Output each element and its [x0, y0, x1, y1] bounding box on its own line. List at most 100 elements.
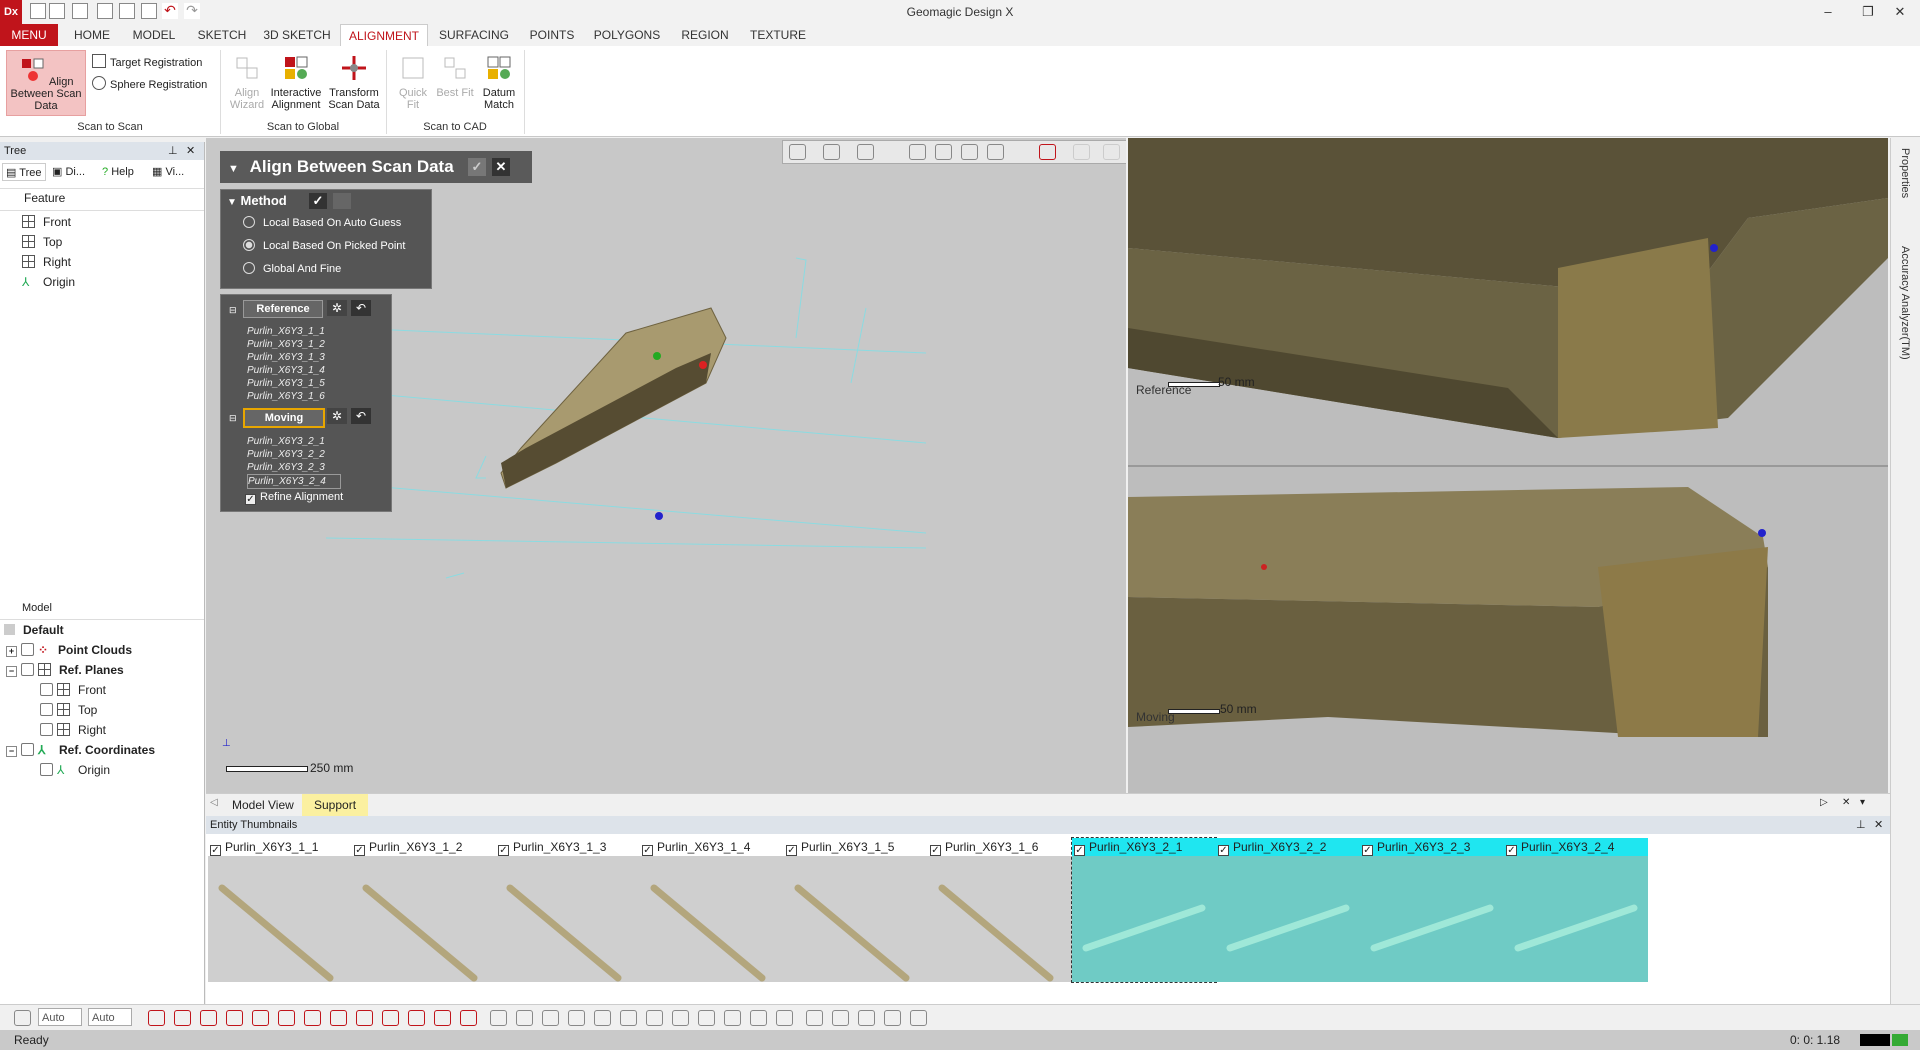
view-shape-icon[interactable] — [789, 144, 806, 160]
collapse-icon[interactable]: ⊟ — [229, 413, 237, 424]
reference-item[interactable]: Purlin_X6Y3_1_5 — [247, 377, 325, 390]
tab-support[interactable]: Support — [302, 794, 369, 816]
thumbnail-label[interactable]: ✓ Purlin_X6Y3_1_6 — [928, 838, 1072, 856]
view-cube-icon[interactable] — [823, 144, 840, 160]
thumbnail-label[interactable]: ✓ Purlin_X6Y3_2_1 — [1072, 838, 1216, 856]
tab-points[interactable]: POINTS — [524, 24, 580, 46]
thumbnail-label[interactable]: ✓ Purlin_X6Y3_1_1 — [208, 838, 352, 856]
reference-field[interactable]: Reference — [243, 300, 323, 318]
tab-surfacing[interactable]: SURFACING — [436, 24, 512, 46]
point-display-icon[interactable] — [148, 1010, 165, 1026]
view-right-icon[interactable] — [672, 1010, 689, 1026]
reference-item[interactable]: Purlin_X6Y3_1_3 — [247, 351, 325, 364]
import-icon[interactable] — [97, 3, 113, 19]
visibility-checkbox-icon[interactable] — [21, 663, 34, 676]
view-normal-icon[interactable] — [776, 1010, 793, 1026]
thumbnail-label[interactable]: ✓ Purlin_X6Y3_1_4 — [640, 838, 784, 856]
thumbnail-item[interactable]: ✓ Purlin_X6Y3_2_1 — [1071, 837, 1217, 983]
thumbnail-label[interactable]: ✓ Purlin_X6Y3_2_2 — [1216, 838, 1360, 856]
tab-model[interactable]: MODEL — [128, 24, 180, 46]
view-back-icon[interactable] — [620, 1010, 637, 1026]
collapse-arrow-icon[interactable]: ▼ — [228, 163, 239, 175]
moving-undo-icon[interactable]: ↶ — [351, 408, 371, 424]
ok-check-icon[interactable]: ✓ — [468, 158, 486, 176]
panel-close-icon[interactable]: ✕ — [1874, 816, 1883, 834]
interactive-alignment-button[interactable]: Interactive Alignment — [268, 54, 324, 111]
scroll-left-icon[interactable]: ◁ — [210, 797, 218, 808]
thumbnail-checkbox[interactable]: ✓ — [1218, 845, 1229, 856]
feature-item-origin[interactable]: ⅄ Origin — [22, 272, 75, 292]
deviation-icon[interactable] — [884, 1010, 901, 1026]
thumbnail-item[interactable]: ✓ Purlin_X6Y3_2_2 — [1216, 838, 1360, 982]
align-between-scan-data-button[interactable]: Align Between Scan Data — [6, 50, 86, 116]
redo-icon[interactable]: ↷ — [184, 3, 200, 19]
moving-field[interactable]: Moving — [243, 408, 325, 428]
box-icon[interactable] — [382, 1010, 399, 1026]
reference-item[interactable]: Purlin_X6Y3_1_1 — [247, 325, 325, 338]
transform-scan-data-button[interactable]: Transform Scan Data — [326, 54, 382, 111]
thumbnail-item[interactable]: ✓ Purlin_X6Y3_1_2 — [352, 838, 496, 982]
thumbnail-label[interactable]: ✓ Purlin_X6Y3_1_2 — [352, 838, 496, 856]
feature-item-top[interactable]: Top — [22, 232, 62, 252]
grid-icon[interactable] — [200, 1010, 217, 1026]
reference-settings-icon[interactable]: ✲ — [327, 300, 347, 316]
thumbnail-item[interactable]: ✓ Purlin_X6Y3_1_1 — [208, 838, 352, 982]
tab-model-view[interactable]: Model View — [224, 794, 302, 816]
thumbnail-label[interactable]: ✓ Purlin_X6Y3_1_5 — [784, 838, 928, 856]
cancel-x-icon[interactable]: ✕ — [492, 158, 510, 176]
datum-match-button[interactable]: Datum Match — [476, 54, 522, 111]
hide3-icon[interactable] — [356, 1010, 373, 1026]
thumbnail-label[interactable]: ✓ Purlin_X6Y3_1_3 — [496, 838, 640, 856]
view-bottom-icon[interactable] — [724, 1010, 741, 1026]
tree-item-origin[interactable]: ⅄ Origin — [40, 760, 110, 780]
thumbnail-item[interactable]: ✓ Purlin_X6Y3_2_3 — [1360, 838, 1504, 982]
show2-icon[interactable] — [252, 1010, 269, 1026]
visibility-eye-icon[interactable] — [21, 743, 34, 756]
view-rotate-icon[interactable] — [490, 1010, 507, 1026]
tab-alignment[interactable]: ALIGNMENT — [340, 24, 428, 47]
collapse-icon[interactable]: − — [6, 666, 17, 677]
show3-icon[interactable] — [330, 1010, 347, 1026]
refine-alignment-checkbox[interactable]: ✓ Refine Alignment — [243, 491, 343, 505]
export-icon[interactable] — [141, 3, 157, 19]
tab-help[interactable]: ? Help — [102, 163, 146, 181]
tree-item-top[interactable]: Top — [40, 700, 97, 720]
visibility-eye-icon[interactable] — [40, 703, 53, 716]
visibility-eye-icon[interactable] — [40, 723, 53, 736]
align-wizard-button[interactable]: Align Wizard — [224, 54, 270, 111]
view-iso-icon[interactable] — [750, 1010, 767, 1026]
visibility-checkbox-icon[interactable] — [40, 763, 53, 776]
close-tab-icon[interactable]: ✕ — [1842, 797, 1850, 808]
right-view-icon[interactable] — [961, 144, 978, 160]
quick-fit-button[interactable]: Quick Fit — [392, 54, 434, 111]
render-mode-icon[interactable] — [857, 144, 874, 160]
method-option-auto-guess[interactable]: Local Based On Auto Guess — [221, 212, 431, 235]
mesh-display-icon[interactable] — [174, 1010, 191, 1026]
thumbnail-item[interactable]: ✓ Purlin_X6Y3_1_6 — [928, 838, 1072, 982]
method-option-global-fine[interactable]: Global And Fine — [221, 258, 431, 281]
best-fit-button[interactable]: Best Fit — [434, 54, 476, 99]
tab-polygons[interactable]: POLYGONS — [592, 24, 662, 46]
moving-item[interactable]: Purlin_X6Y3_2_1 — [247, 435, 341, 448]
thumbnail-checkbox[interactable]: ✓ — [1074, 845, 1085, 856]
top-view-icon[interactable] — [935, 144, 952, 160]
undo-icon[interactable]: ↶ — [162, 3, 178, 19]
minimize-button[interactable]: – — [1808, 0, 1848, 24]
selection-filter-dropdown[interactable]: Auto — [38, 1008, 82, 1026]
clip-icon[interactable] — [832, 1010, 849, 1026]
view-front-icon[interactable] — [594, 1010, 611, 1026]
thumbnail-checkbox[interactable]: ✓ — [498, 845, 509, 856]
feature-item-front[interactable]: Front — [22, 212, 71, 232]
reference-item[interactable]: Purlin_X6Y3_1_4 — [247, 364, 325, 377]
tree-item-point-clouds[interactable]: + ⁘ Point Clouds — [6, 640, 132, 660]
pin-icon[interactable]: ⊥ — [168, 142, 178, 160]
save-icon[interactable] — [72, 3, 88, 19]
select-mode-icon[interactable] — [14, 1010, 31, 1026]
view-top-icon[interactable] — [698, 1010, 715, 1026]
method-reset-icon[interactable] — [333, 193, 351, 209]
visibility-eye-icon[interactable] — [21, 643, 34, 656]
circle-select-icon[interactable] — [1103, 144, 1120, 160]
view-pan-icon[interactable] — [516, 1010, 533, 1026]
tab-menu[interactable]: MENU — [0, 24, 58, 46]
scroll-right-icon[interactable]: ▷ — [1820, 797, 1828, 808]
